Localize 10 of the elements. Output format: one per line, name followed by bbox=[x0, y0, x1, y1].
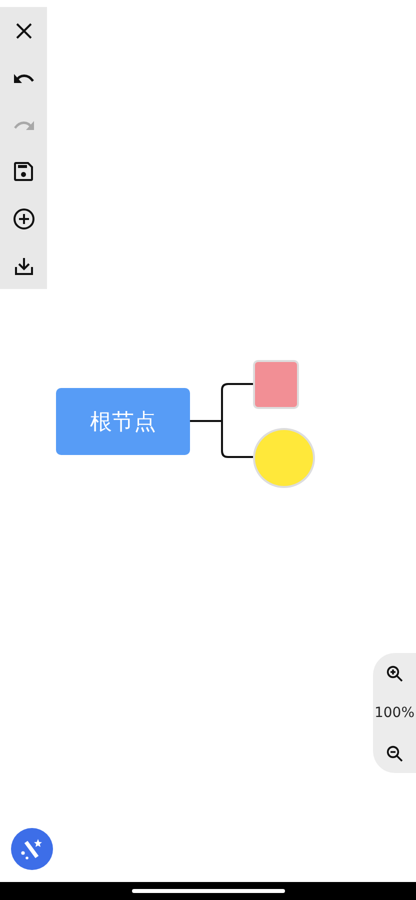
add-icon bbox=[12, 208, 34, 230]
zoom-out-icon bbox=[386, 744, 403, 762]
download-icon bbox=[14, 256, 34, 276]
square-node[interactable] bbox=[253, 360, 299, 409]
close-icon bbox=[14, 22, 32, 40]
zoom-in-icon bbox=[386, 664, 403, 682]
save-icon bbox=[14, 162, 33, 181]
magic-button[interactable] bbox=[11, 828, 53, 870]
root-node[interactable]: 根节点 bbox=[56, 388, 190, 455]
zoom-level: 100% bbox=[374, 705, 415, 721]
